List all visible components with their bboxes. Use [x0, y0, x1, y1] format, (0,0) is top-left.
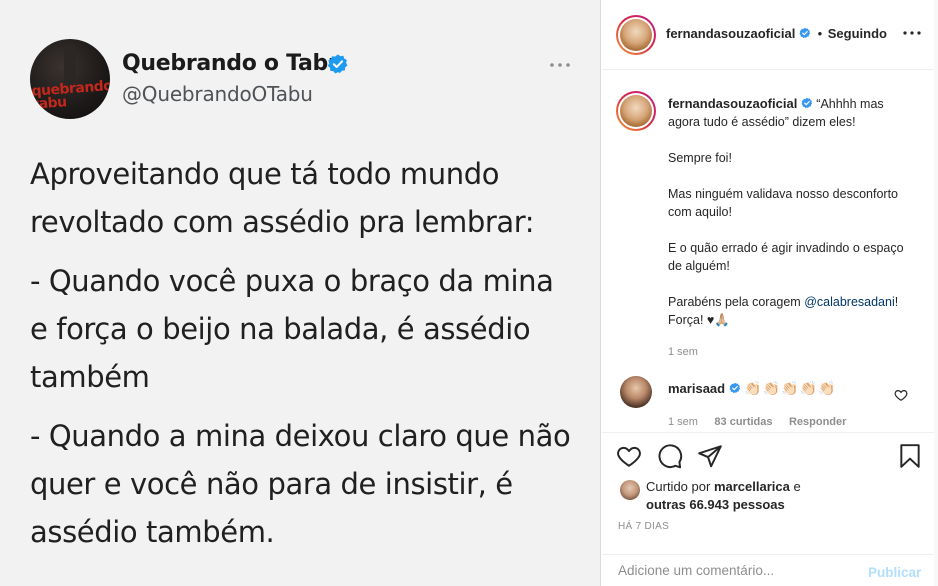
- heart-icon[interactable]: [616, 443, 642, 469]
- verified-badge-icon: [799, 27, 811, 39]
- post-header: fernandasouzaoficial • Seguindo: [602, 0, 938, 70]
- publish-button[interactable]: Publicar: [868, 565, 921, 580]
- comment-likes[interactable]: 83 curtidas: [714, 416, 772, 428]
- comment-row: marisaad 👏🏻👏🏻👏🏻👏🏻👏🏻 1 sem 83 curtidas Re…: [602, 370, 938, 430]
- liked-by-user[interactable]: marcellarica: [714, 479, 790, 494]
- liked-by-others[interactable]: outras 66.943 pessoas: [646, 497, 785, 512]
- tweet-paragraph: - Quando a mina deixou claro que não que…: [30, 419, 571, 549]
- share-icon[interactable]: [697, 443, 723, 469]
- avatar[interactable]: [616, 15, 656, 55]
- liked-by: Curtido por marcellarica e outras 66.943…: [646, 479, 801, 512]
- tweet-handle: @QuebrandoOTabu: [122, 82, 313, 106]
- post-side-panel: fernandasouzaoficial • Seguindo fernanda…: [602, 0, 938, 586]
- avatar[interactable]: [616, 91, 656, 131]
- caption-paragraph: E o quão errado é agir invadindo o espaç…: [668, 241, 904, 273]
- comment-username[interactable]: marisaad: [668, 381, 725, 396]
- reply-button[interactable]: Responder: [789, 416, 846, 428]
- comment-input[interactable]: [618, 563, 848, 578]
- caption-text: fernandasouzaoficial “Ahhhh mas agora tu…: [668, 95, 918, 361]
- mention-link[interactable]: @calabresadani: [804, 295, 895, 309]
- post-date[interactable]: HÁ 7 DIAS: [618, 521, 669, 532]
- comment-like-heart-icon[interactable]: [894, 388, 908, 402]
- verified-badge-icon: [729, 382, 740, 394]
- scrollbar[interactable]: [934, 0, 938, 586]
- following-button[interactable]: Seguindo: [828, 26, 887, 41]
- avatar-logo-text: quebrando tabu: [31, 78, 110, 113]
- caption-paragraph: Parabéns pela coragem @calabresadani! Fo…: [668, 295, 899, 327]
- header-separator: •: [817, 26, 823, 41]
- caption-timestamp[interactable]: 1 sem: [668, 343, 918, 361]
- add-comment-bar: Publicar: [602, 554, 938, 586]
- comment-timestamp[interactable]: 1 sem: [668, 416, 698, 428]
- more-options-icon: [550, 63, 570, 67]
- post-actions: Curtido por marcellarica e outras 66.943…: [602, 432, 938, 582]
- post-image[interactable]: quebrando tabu Quebrando o Tabu @Quebran…: [0, 0, 601, 586]
- comment-text: 👏🏻👏🏻👏🏻👏🏻👏🏻: [744, 380, 837, 396]
- tweet-paragraph: - Quando você puxa o braço da mina e for…: [30, 264, 554, 394]
- avatar[interactable]: [620, 480, 640, 500]
- bookmark-icon[interactable]: [897, 443, 923, 469]
- header-username[interactable]: fernandasouzaoficial: [666, 26, 795, 41]
- comment-icon[interactable]: [657, 443, 683, 469]
- avatar[interactable]: [620, 376, 652, 408]
- tweet-avatar: quebrando tabu: [30, 39, 110, 119]
- more-options-icon[interactable]: [902, 26, 922, 40]
- header-user: fernandasouzaoficial • Seguindo: [666, 26, 887, 41]
- verified-badge-icon: [327, 54, 348, 74]
- verified-badge-icon: [801, 97, 812, 109]
- caption-paragraph: Mas ninguém validava nosso desconforto c…: [668, 187, 898, 219]
- instagram-post-modal: quebrando tabu Quebrando o Tabu @Quebran…: [0, 0, 938, 586]
- tweet-paragraph: Aproveitando que tá todo mundo revoltado…: [30, 157, 535, 239]
- caption-username[interactable]: fernandasouzaoficial: [668, 96, 797, 111]
- caption-paragraph: Sempre foi!: [668, 151, 732, 165]
- tweet-author-name: Quebrando o Tabu: [122, 51, 344, 76]
